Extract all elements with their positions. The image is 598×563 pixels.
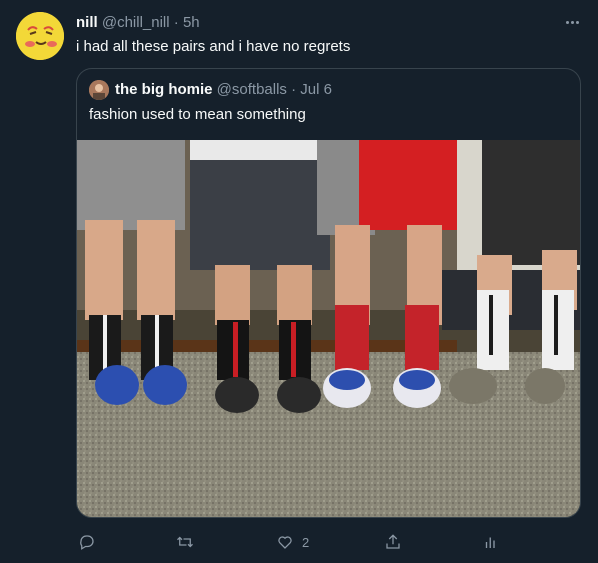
more-options-icon[interactable] [562,12,582,32]
analytics-button[interactable] [482,528,500,556]
dot [575,20,579,24]
quoted-author-handle: @softballs [216,81,287,98]
tweet[interactable]: nill @chill_nill · 5h i had all these pa… [0,0,598,563]
quoted-author-avatar [89,80,109,100]
author-avatar[interactable] [16,12,64,60]
quoted-tweet-timestamp: Jul 6 [300,81,332,98]
reply-icon [80,535,94,550]
quoted-header-separator: · [291,81,297,98]
header-separator: · [173,14,179,31]
quoted-tweet-photo[interactable] [77,140,580,517]
share-icon [386,534,400,549]
retweet-button[interactable] [176,528,194,556]
tweet-timestamp[interactable]: 5h [183,14,200,31]
quoted-author-name: the big homie [115,81,213,98]
retweet-icon [177,536,193,548]
quoted-tweet-text: fashion used to mean something [89,106,306,123]
quoted-tweet[interactable]: the big homie @softballs · Jul 6 fashion… [76,68,581,518]
tweet-header: nill @chill_nill · 5h [76,14,200,32]
author-name[interactable]: nill [76,14,98,31]
dot [565,20,569,24]
like-count: 2 [302,534,310,550]
share-button[interactable] [384,528,402,556]
reply-button[interactable] [78,528,96,556]
dot [570,20,574,24]
author-handle[interactable]: @chill_nill [102,14,170,31]
quoted-tweet-header: the big homie @softballs · Jul 6 [115,81,332,99]
avatar-image [16,12,64,60]
quoted-avatar-image [89,80,109,100]
tweet-text: i had all these pairs and i have no regr… [76,38,351,55]
tweet-actions: 2 [76,528,516,556]
heart-icon [278,536,292,549]
like-button[interactable]: 2 [276,528,309,556]
photo-image [77,140,580,517]
analytics-icon [485,537,495,548]
